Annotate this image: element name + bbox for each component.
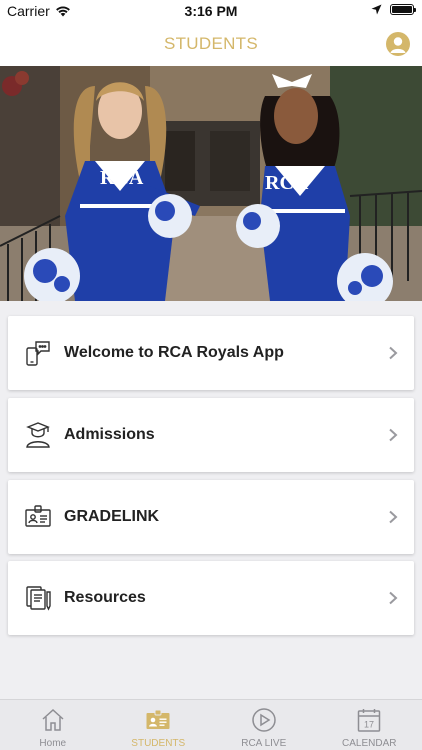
battery-icon [390,4,416,15]
menu-item-gradelink[interactable]: GRADELINK [8,480,414,554]
id-badge-icon [144,706,172,734]
nav-bar: STUDENTS [0,22,422,66]
tab-home[interactable]: Home [0,700,106,750]
menu-item-label: Resources [64,589,146,606]
id-card-icon [24,503,52,531]
tab-label: STUDENTS [131,738,186,749]
chevron-right-icon [389,591,398,605]
user-icon [390,37,406,53]
jersey-text-right: RCA [265,172,309,194]
menu-item-admissions[interactable]: Admissions [8,398,414,472]
status-time: 3:16 PM [184,3,238,19]
chat-phone-icon [24,339,52,367]
chevron-right-icon [389,428,398,442]
chevron-right-icon [389,510,398,524]
graduate-icon [24,421,52,449]
profile-avatar-button[interactable] [386,32,410,56]
menu-item-label: Welcome to RCA Royals App [64,344,284,361]
tab-calendar[interactable]: 17 CALENDAR [317,700,422,750]
jersey-text-left: RCA [100,167,144,189]
tab-rca-live[interactable]: RCA LIVE [211,700,317,750]
tab-label: RCA LIVE [241,738,287,749]
play-circle-icon [250,706,278,734]
tab-label: Home [39,738,67,749]
menu-item-label: Admissions [64,426,155,443]
status-bar: Carrier 3:16 PM [0,0,422,22]
menu-item-welcome[interactable]: Welcome to RCA Royals App [8,316,414,390]
tab-students[interactable]: STUDENTS [106,700,212,750]
hero-image: RCA RCA [0,66,422,301]
calendar-day-number: 17 [364,720,374,730]
menu-item-resources[interactable]: Resources [8,561,414,635]
menu-item-label: GRADELINK [64,508,160,525]
location-arrow-icon [371,4,382,15]
home-icon [39,706,67,734]
chevron-right-icon [389,346,398,360]
tab-bar: Home STUDENTS RCA LIVE 17 CALENDAR [0,699,422,750]
documents-icon [24,584,52,612]
page-title: STUDENTS [163,34,258,53]
tab-label: CALENDAR [342,738,397,749]
calendar-icon: 17 [355,706,383,734]
